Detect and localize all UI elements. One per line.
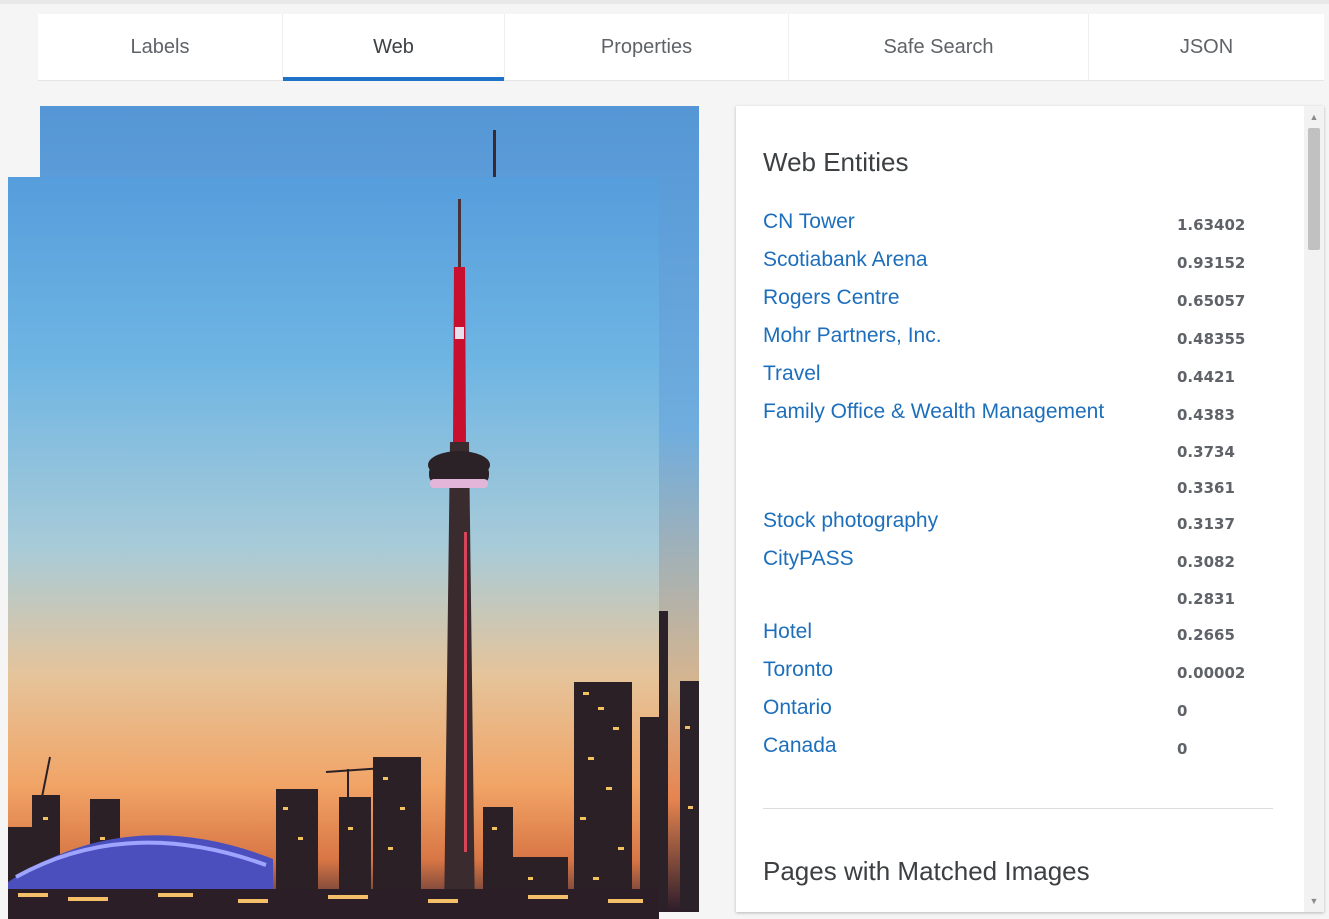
tab-properties[interactable]: Properties bbox=[505, 14, 789, 80]
tab-labels[interactable]: Labels bbox=[38, 14, 283, 80]
entity-row: Stock photography 0.3137 bbox=[763, 509, 1283, 539]
entity-link[interactable]: Family Office & Wealth Management bbox=[763, 400, 1104, 424]
entity-score: 0 bbox=[1177, 740, 1188, 758]
entity-link[interactable]: Rogers Centre bbox=[763, 286, 900, 310]
entity-score: 0.00002 bbox=[1177, 664, 1246, 682]
entity-link[interactable]: Mohr Partners, Inc. bbox=[763, 324, 942, 348]
entity-score: 0.3082 bbox=[1177, 553, 1235, 571]
entity-score: 0.3734 bbox=[1177, 443, 1235, 461]
scroll-thumb[interactable] bbox=[1308, 128, 1320, 250]
entity-link[interactable]: Hotel bbox=[763, 620, 812, 644]
top-divider bbox=[0, 0, 1329, 4]
entity-link[interactable]: CityPASS bbox=[763, 547, 854, 571]
entity-row: 0.3361 bbox=[763, 473, 1283, 503]
entity-score: 0.4421 bbox=[1177, 368, 1235, 386]
entity-link[interactable]: CN Tower bbox=[763, 210, 855, 234]
entity-row: Ontario 0 bbox=[763, 696, 1283, 726]
entity-score: 0.3137 bbox=[1177, 515, 1235, 533]
entity-row: CityPASS 0.3082 bbox=[763, 547, 1283, 577]
entity-row: Travel 0.4421 bbox=[763, 362, 1283, 392]
panel-scrollbar[interactable]: ▲ ▼ bbox=[1304, 106, 1324, 912]
entity-score: 0.93152 bbox=[1177, 254, 1246, 272]
entity-link[interactable]: Toronto bbox=[763, 658, 833, 682]
entity-score: 0 bbox=[1177, 702, 1188, 720]
matched-image bbox=[8, 177, 659, 919]
entity-row: Mohr Partners, Inc. 0.48355 bbox=[763, 324, 1283, 354]
entity-score: 0.3361 bbox=[1177, 479, 1235, 497]
entity-row: Hotel 0.2665 bbox=[763, 620, 1283, 650]
scroll-down-arrow-icon[interactable]: ▼ bbox=[1304, 892, 1324, 910]
entity-score: 0.48355 bbox=[1177, 330, 1246, 348]
entity-link[interactable]: Travel bbox=[763, 362, 821, 386]
tab-web[interactable]: Web bbox=[283, 14, 505, 81]
tab-json[interactable]: JSON bbox=[1089, 14, 1324, 80]
entity-score: 0.65057 bbox=[1177, 292, 1246, 310]
entity-row: Rogers Centre 0.65057 bbox=[763, 286, 1283, 316]
entity-link[interactable]: Ontario bbox=[763, 696, 832, 720]
entity-row: Scotiabank Arena 0.93152 bbox=[763, 248, 1283, 278]
result-tabs: Labels Web Properties Safe Search JSON bbox=[38, 14, 1324, 81]
entity-row: 0.2831 bbox=[763, 584, 1283, 614]
entity-score: 0.2831 bbox=[1177, 590, 1235, 608]
entity-link[interactable]: Scotiabank Arena bbox=[763, 248, 928, 272]
entity-row: Canada 0 bbox=[763, 734, 1283, 764]
entity-score: 1.63402 bbox=[1177, 216, 1246, 234]
scroll-up-arrow-icon[interactable]: ▲ bbox=[1304, 108, 1324, 126]
entity-score: 0.2665 bbox=[1177, 626, 1235, 644]
pages-with-matched-images-title: Pages with Matched Images bbox=[763, 856, 1090, 886]
entity-link[interactable]: Stock photography bbox=[763, 509, 938, 533]
entity-row: Family Office & Wealth Management 0.4383 bbox=[763, 400, 1283, 430]
section-divider bbox=[763, 808, 1273, 809]
entity-score: 0.4383 bbox=[1177, 406, 1235, 424]
entity-row: Toronto 0.00002 bbox=[763, 658, 1283, 688]
entity-row: CN Tower 1.63402 bbox=[763, 210, 1283, 240]
web-entities-panel: Web Entities CN Tower 1.63402 Scotiabank… bbox=[736, 106, 1324, 912]
web-entities-title: Web Entities bbox=[763, 147, 909, 177]
tab-safe-search[interactable]: Safe Search bbox=[789, 14, 1089, 80]
entity-link[interactable]: Canada bbox=[763, 734, 837, 758]
entity-row: 0.3734 bbox=[763, 437, 1283, 467]
